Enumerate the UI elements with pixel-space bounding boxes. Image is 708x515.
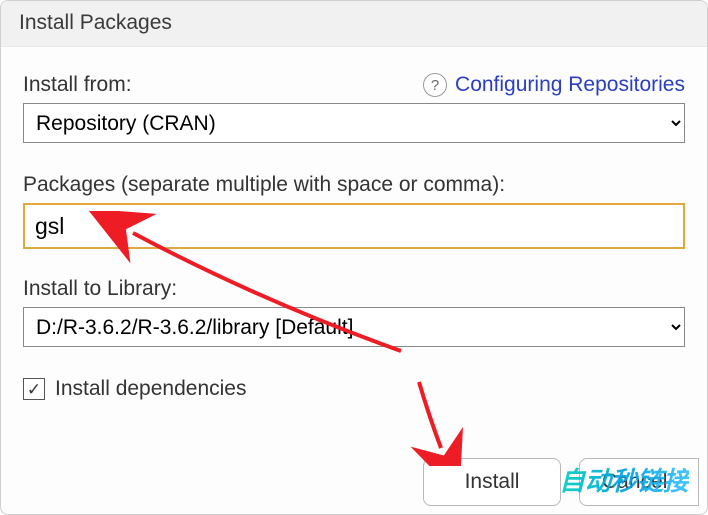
install-from-label: Install from: — [23, 73, 132, 97]
dialog-buttons: Install Cancel — [423, 458, 699, 506]
dialog-content: Install from: ? Configuring Repositories… — [1, 47, 707, 401]
help-area: ? Configuring Repositories — [423, 73, 685, 97]
install-dependencies-label: Install dependencies — [55, 377, 246, 401]
dialog-title: Install Packages — [1, 1, 707, 47]
cancel-button[interactable]: Cancel — [579, 458, 699, 506]
install-packages-dialog: Install Packages Install from: ? Configu… — [0, 0, 708, 515]
configuring-repositories-link[interactable]: Configuring Repositories — [455, 73, 685, 97]
help-icon[interactable]: ? — [423, 73, 447, 97]
install-to-library-select[interactable]: D:/R-3.6.2/R-3.6.2/library [Default] — [23, 307, 685, 347]
install-from-select[interactable]: Repository (CRAN) — [23, 103, 685, 143]
packages-input[interactable] — [23, 203, 685, 249]
install-button[interactable]: Install — [423, 458, 561, 506]
install-dependencies-checkbox[interactable]: ✓ — [23, 378, 45, 400]
install-to-library-label: Install to Library: — [23, 277, 685, 301]
packages-label: Packages (separate multiple with space o… — [23, 173, 685, 197]
